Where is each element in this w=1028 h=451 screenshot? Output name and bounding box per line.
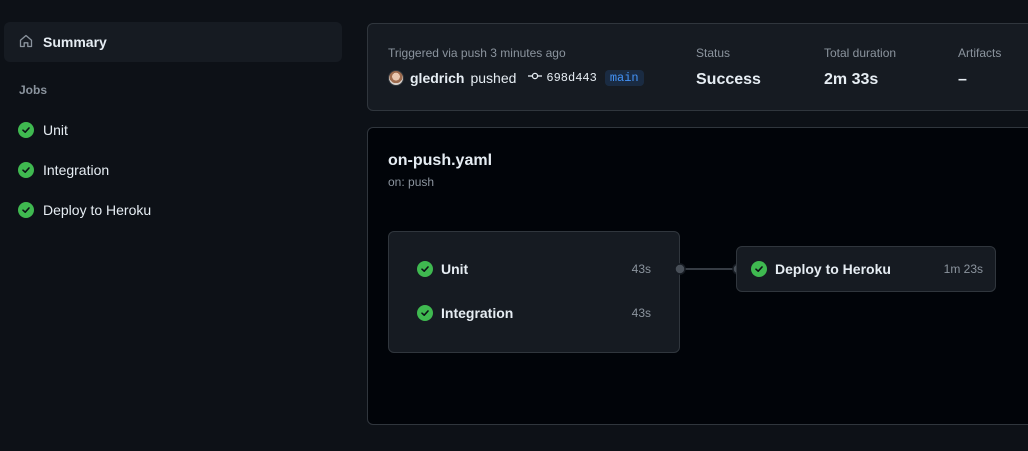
sidebar-item-integration[interactable]: Integration [18, 158, 109, 182]
workflow-file-title[interactable]: on-push.yaml [388, 152, 492, 170]
commit-link[interactable]: 698d443 [528, 71, 597, 85]
jobs-heading: Jobs [19, 83, 48, 97]
graph-job-unit[interactable]: Unit 43s [417, 259, 651, 279]
workflow-trigger: on: push [388, 175, 435, 189]
artifacts-label: Artifacts [958, 46, 1002, 60]
check-circle-icon [417, 261, 433, 277]
duration-value: 2m 33s [824, 71, 879, 88]
check-circle-icon [417, 305, 433, 321]
sidebar: Summary Jobs Unit Integration Deploy to … [0, 0, 350, 451]
job-duration: 43s [631, 262, 651, 276]
job-name: Deploy to Heroku [775, 261, 891, 277]
check-circle-icon [18, 122, 34, 138]
sidebar-item-label: Summary [43, 34, 107, 50]
job-name: Integration [441, 305, 514, 321]
branch-badge[interactable]: main [604, 70, 644, 86]
sidebar-item-summary[interactable]: Summary [4, 22, 342, 62]
sidebar-item-unit[interactable]: Unit [18, 118, 68, 142]
avatar[interactable] [388, 70, 404, 86]
git-commit-icon [528, 71, 543, 85]
artifacts-value: – [958, 71, 967, 88]
status-label: Status [696, 46, 731, 60]
actor-link[interactable]: gledrich [410, 70, 464, 86]
duration-label: Total duration [824, 46, 897, 60]
duration-section: Total duration 2m 33s [824, 46, 896, 89]
check-circle-icon [18, 202, 34, 218]
check-circle-icon [18, 162, 34, 178]
action-text: pushed [470, 70, 517, 86]
commit-sha: 698d443 [546, 71, 597, 85]
sidebar-item-label: Unit [43, 122, 68, 138]
sidebar-item-label: Integration [43, 162, 110, 178]
job-duration: 43s [631, 306, 651, 320]
job-connector [674, 263, 744, 275]
trigger-text: Triggered via push 3 minutes ago [388, 46, 566, 60]
graph-job-deploy-to-heroku[interactable]: Deploy to Heroku 1m 23s [736, 246, 996, 292]
job-group: Unit 43s Integration 43s [388, 231, 680, 353]
home-icon [18, 33, 34, 52]
sidebar-item-label: Deploy to Heroku [43, 202, 152, 218]
status-value: Success [696, 71, 761, 88]
graph-job-integration[interactable]: Integration 43s [417, 303, 651, 323]
workflow-graph-card: on-push.yaml on: push Unit 43s Integrati… [367, 127, 1028, 425]
sidebar-item-deploy-to-heroku[interactable]: Deploy to Heroku [18, 198, 151, 222]
run-summary-card: Triggered via push 3 minutes ago gledric… [367, 23, 1028, 111]
trigger-details: gledrich pushed 698d443 main [388, 70, 644, 86]
status-section: Status Success [696, 46, 761, 89]
artifacts-section: Artifacts – [958, 46, 1001, 89]
check-circle-icon [751, 261, 767, 277]
job-name: Unit [441, 261, 469, 277]
job-duration: 1m 23s [943, 262, 983, 276]
